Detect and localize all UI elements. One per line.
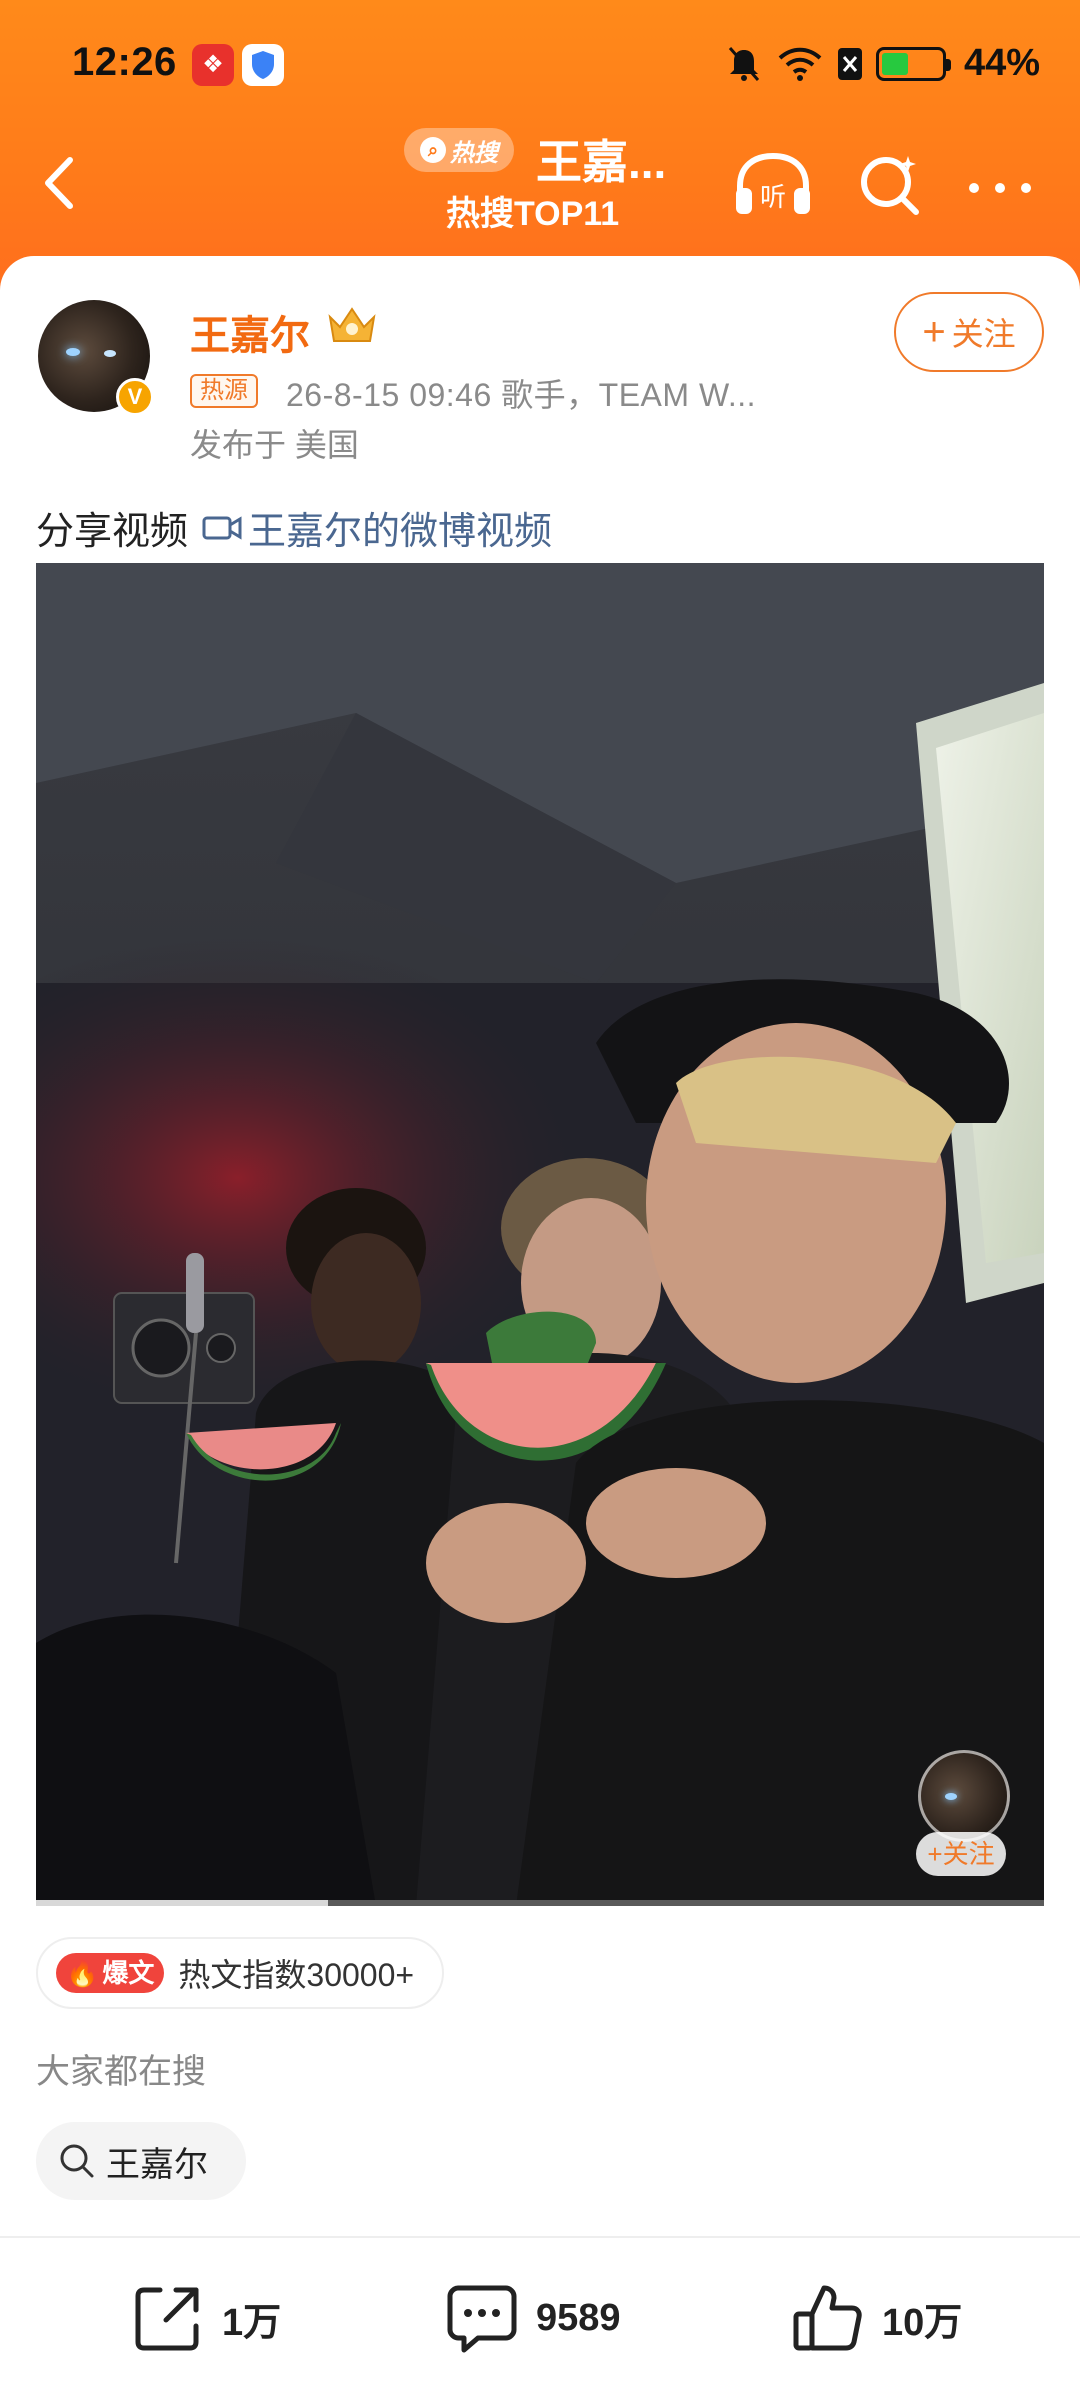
- wifi-icon: [778, 47, 822, 81]
- like-button[interactable]: 10万: [790, 2278, 962, 2358]
- plus-icon: +: [922, 310, 946, 354]
- search-suggestion-label: 王嘉尔: [106, 2145, 208, 2184]
- more-dots-icon: [969, 183, 1031, 193]
- notification-app-icon: ❖: [192, 44, 234, 86]
- share-icon: [135, 2287, 199, 2351]
- status-right: 44%: [724, 42, 1040, 85]
- nav-title[interactable]: 王嘉...: [536, 126, 666, 192]
- shield-app-icon: [242, 44, 284, 86]
- crown-icon: [324, 303, 380, 347]
- video-progress-fill: [36, 1900, 329, 1906]
- video-follow-button[interactable]: +关注: [916, 1832, 1006, 1876]
- comment-button[interactable]: 9589: [444, 2278, 621, 2358]
- battery-percent: 44%: [963, 42, 1040, 84]
- post-text-prefix: 分享视频: [36, 511, 189, 553]
- search-button[interactable]: [856, 150, 926, 220]
- more-button[interactable]: [960, 168, 1040, 208]
- avatar[interactable]: V: [38, 300, 154, 416]
- comment-icon: [447, 2285, 517, 2353]
- hot-article-tag: 🔥 爆文: [56, 1953, 165, 1993]
- share-count: 1万: [222, 2301, 282, 2344]
- video-camera-icon: [202, 515, 242, 540]
- action-bar: 1万 9589 10万: [0, 2238, 1080, 2397]
- video-link[interactable]: 王嘉尔的微博视频: [202, 500, 552, 555]
- mute-icon: [728, 46, 760, 81]
- like-count: 10万: [882, 2301, 963, 2344]
- share-button[interactable]: 1万: [130, 2278, 281, 2358]
- search-icon: [861, 156, 919, 215]
- back-button[interactable]: [30, 148, 90, 218]
- no-sim-icon: [837, 47, 862, 80]
- post-text: 分享视频 王嘉尔的微博视频: [36, 500, 552, 555]
- search-icon: [60, 2144, 94, 2178]
- hot-article-chip[interactable]: 🔥 爆文 热文指数30000+: [36, 1937, 445, 2009]
- status-time: 12:26: [72, 40, 177, 84]
- hot-search-badge: ⌕ 热搜: [404, 128, 514, 172]
- avatar-eye: [945, 1793, 957, 1800]
- search-small-icon: ⌕: [420, 137, 446, 163]
- thumbs-up-icon: [793, 2285, 862, 2351]
- flame-icon: 🔥: [66, 1958, 99, 1988]
- hot-article-text: 热文指数30000+: [178, 1957, 415, 1993]
- hot-badge-label: 热搜: [450, 139, 498, 167]
- user-name[interactable]: 王嘉尔: [190, 303, 310, 361]
- video-frame-image: [36, 563, 1044, 1906]
- verified-badge-icon: V: [116, 378, 154, 416]
- video-link-label: 王嘉尔的微博视频: [248, 511, 553, 553]
- video-author-avatar[interactable]: [918, 1750, 1010, 1842]
- follow-button[interactable]: + 关注: [894, 292, 1044, 372]
- chevron-left-icon: [45, 157, 73, 209]
- post-location: 发布于 美国: [190, 427, 359, 463]
- search-section-heading: 大家都在搜: [36, 2053, 206, 2091]
- hot-article-tag-label: 爆文: [102, 1958, 155, 1988]
- headphones-icon: 听: [736, 152, 810, 214]
- avatar-eye: [66, 348, 80, 356]
- follow-label: 关注: [951, 316, 1016, 352]
- source-tag: 热源: [190, 374, 258, 408]
- post-meta: 26-8-15 09:46 歌手，TEAM W...: [286, 377, 757, 413]
- listen-button[interactable]: 听: [730, 150, 816, 220]
- svg-text:听: 听: [760, 183, 786, 213]
- search-suggestion-chip[interactable]: 王嘉尔: [36, 2122, 246, 2200]
- battery-icon: [875, 46, 951, 81]
- nav-subtitle[interactable]: 热搜TOP11: [446, 186, 619, 235]
- comment-count: 9589: [536, 2296, 621, 2339]
- status-bar: 12:26 ❖ 44%: [0, 0, 1080, 130]
- video-player[interactable]: +关注: [36, 563, 1044, 1906]
- avatar-eye: [104, 350, 116, 357]
- top-nav: ⌕ 热搜 王嘉... 热搜TOP11 听: [0, 120, 1080, 250]
